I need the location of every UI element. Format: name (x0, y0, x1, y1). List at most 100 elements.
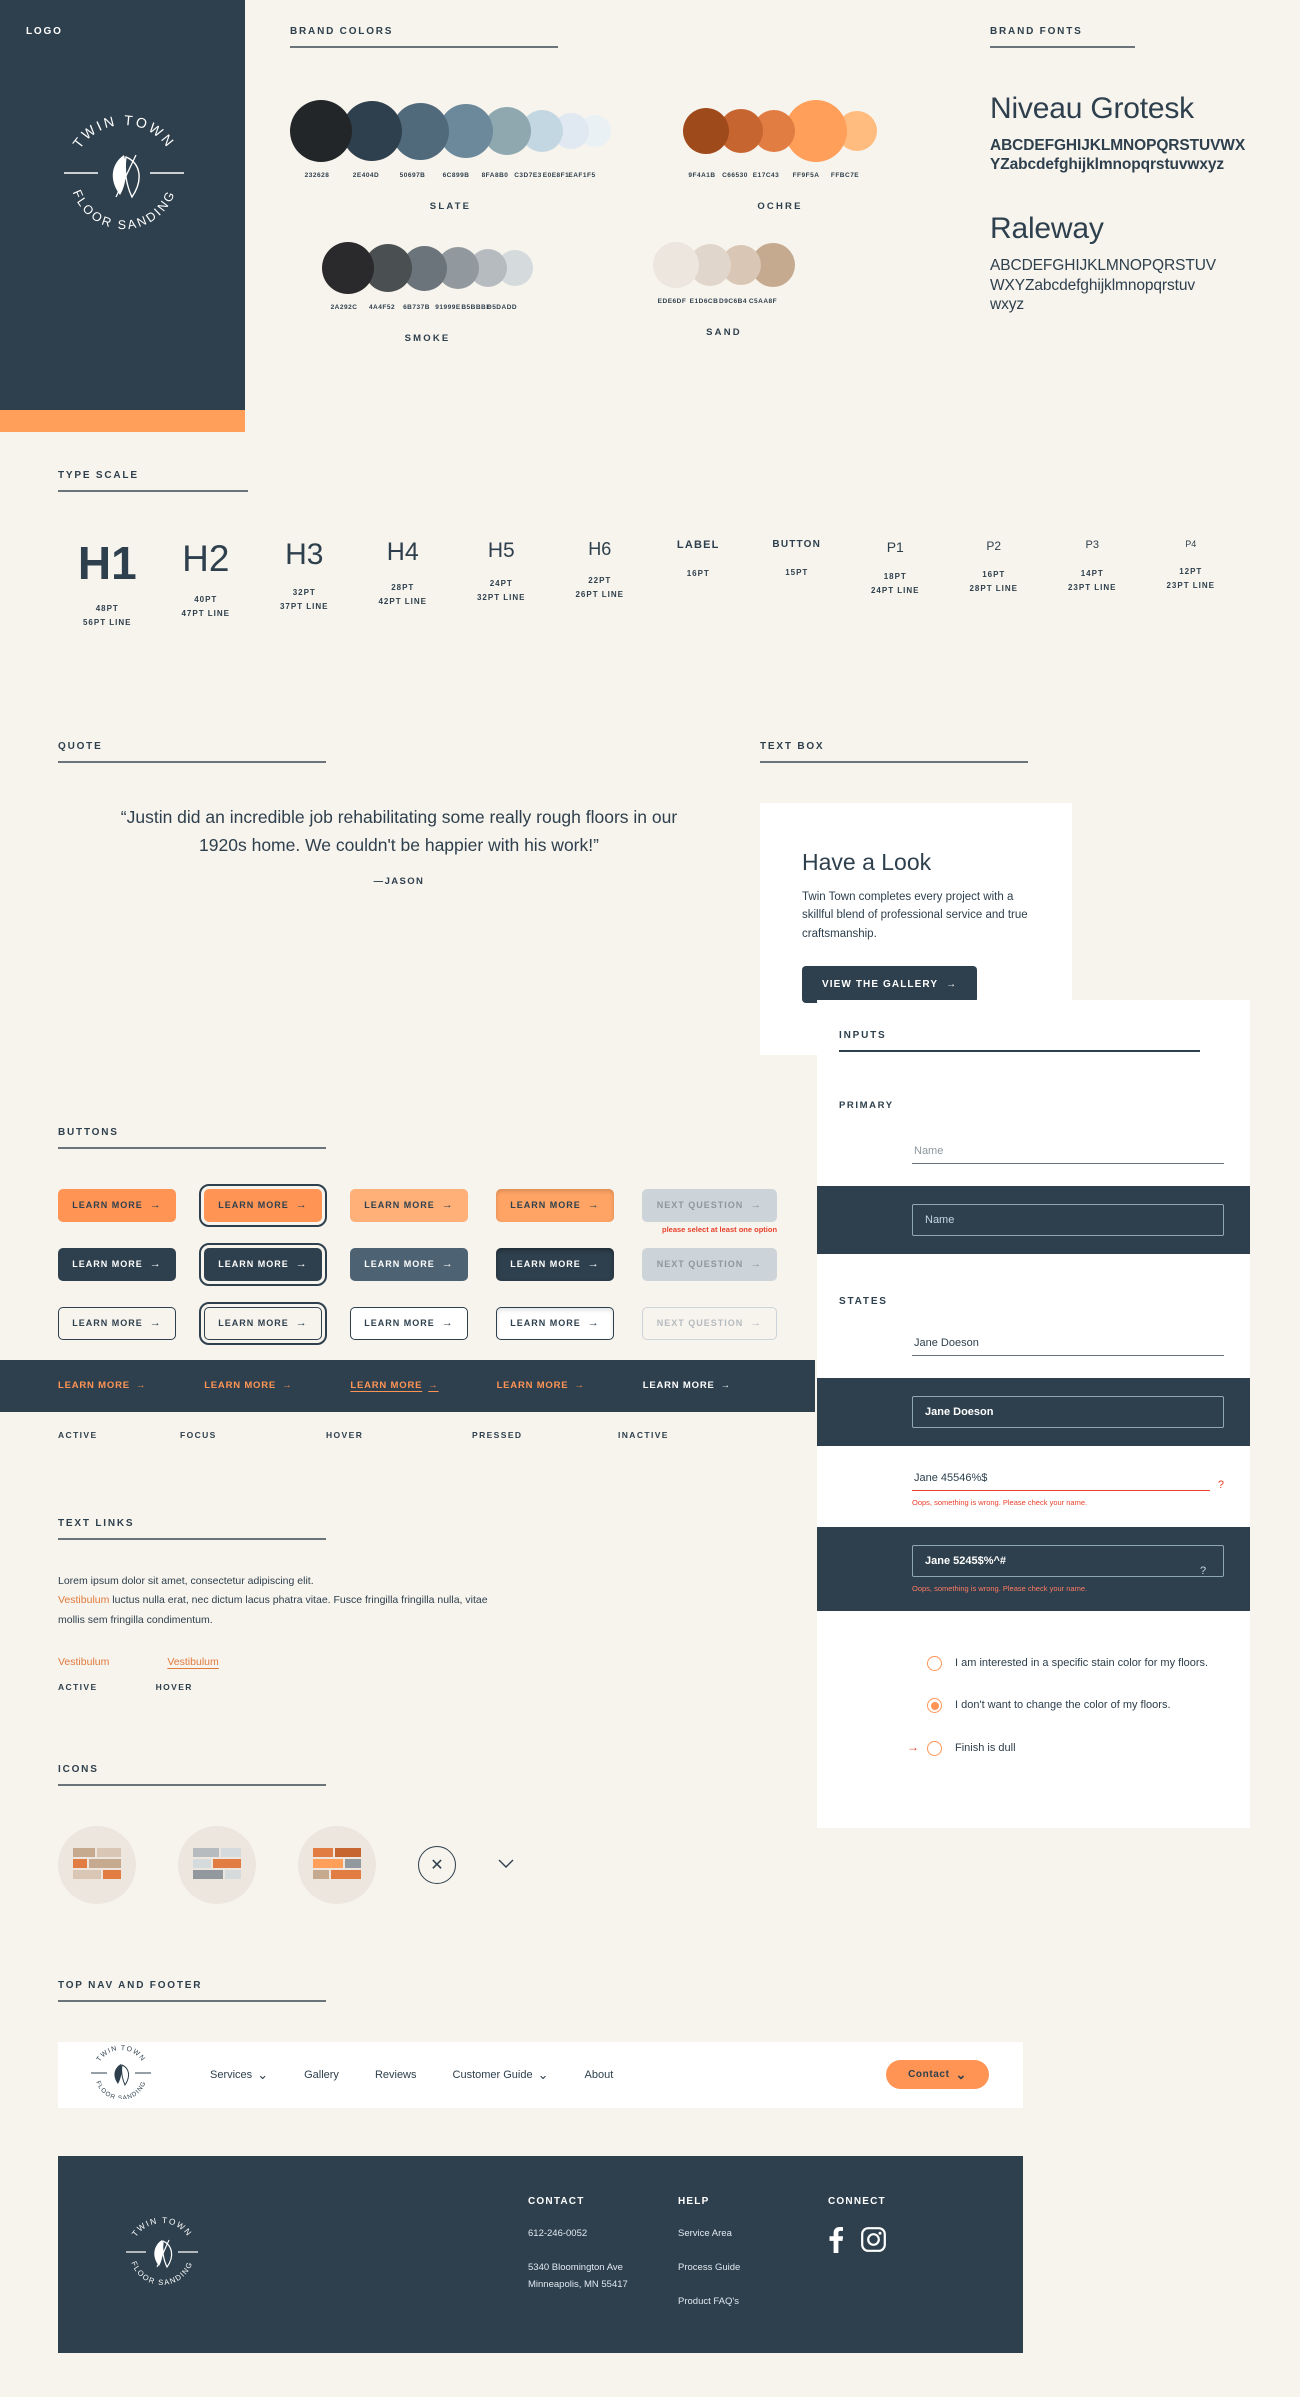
arrow-right-icon: → (149, 1258, 162, 1271)
states-label: STATES (839, 1295, 888, 1307)
learn-more-secondary-hover[interactable]: LEARN MORE → (350, 1247, 468, 1281)
type-scale-glyph: H4 (386, 538, 419, 566)
facebook-icon[interactable] (828, 2226, 844, 2258)
type-scale-section: TYPE SCALE H1 48PT 56PT LINE H2 40PT 47PT LIN… (0, 410, 1300, 631)
learn-more-primary-pressed[interactable]: LEARN MORE → (496, 1188, 614, 1222)
name-input-error-dark[interactable] (912, 1544, 1224, 1577)
quote-text: “Justin did an incredible job rehabilita… (120, 806, 678, 856)
navbar-logo[interactable]: TWIN TOWN FLOOR SANDING (84, 2045, 158, 2104)
radio-option[interactable]: I don't want to change the color of my f… (927, 1697, 1250, 1714)
learn-more-secondary-pressed[interactable]: LEARN MORE → (496, 1247, 614, 1281)
font-name-secondary: Raleway (990, 212, 1104, 246)
floor-planks-icon[interactable] (178, 1825, 256, 1904)
font-name-primary: Niveau Grotesk (990, 91, 1194, 125)
inputs-primary-label: PRIMARY (839, 1099, 894, 1111)
type-scale-item: BUTTON 15PT (748, 540, 847, 631)
contact-button[interactable]: Contact ⌄ (886, 2060, 989, 2090)
text-buttons-dark-strip: LEARN MORE → LEARN MORE → LEARN MORE → LEAR… (0, 1359, 815, 1412)
text-button-hover[interactable]: LEARN MORE → (350, 1380, 438, 1391)
learn-more-secondary-focus[interactable]: LEARN MORE → (199, 1242, 327, 1286)
footer-phone[interactable]: 612-246-0052 (528, 2226, 678, 2241)
nav-item-services[interactable]: Services ⌄ (210, 2068, 268, 2081)
floor-boards-icon[interactable] (58, 1825, 136, 1904)
radio-option[interactable]: I am interested in a specific stain colo… (927, 1655, 1250, 1672)
link-active[interactable]: Vestibulum (58, 1656, 109, 1668)
btn-label: LEARN MORE (510, 1318, 581, 1329)
color-hex-label: C3D7E3 (514, 172, 542, 179)
radio-option[interactable]: → Finish is dull (907, 1740, 1250, 1757)
link-state-labels: ACTIVE HOVER (58, 1682, 760, 1692)
radio-circle-icon[interactable] (927, 1698, 942, 1714)
footer-connect-column: CONNECT (828, 2196, 968, 2310)
text-links-section: TEXT LINKS Lorem ipsum dolor sit amet, c… (0, 1440, 760, 1692)
color-hex-label: C66530 (722, 172, 748, 179)
btn-label: LEARN MORE (364, 1200, 435, 1211)
close-icon[interactable]: ✕ (418, 1845, 456, 1884)
radio-circle-icon[interactable] (927, 1655, 942, 1671)
name-input-filled-light[interactable] (912, 1336, 1224, 1356)
name-input-filled-dark[interactable] (912, 1395, 1224, 1428)
name-input-dark[interactable] (912, 1203, 1224, 1236)
next-question-primary-inactive: NEXT QUESTION → (642, 1188, 777, 1222)
logo-panel: LOGO TWIN TOWN FLOOR SANDING (0, 0, 245, 432)
color-hex-label: 50697B (399, 172, 426, 179)
learn-more-secondary-active[interactable]: LEARN MORE → (58, 1247, 176, 1281)
nav-item-gallery[interactable]: Gallery (304, 2069, 339, 2081)
view-the-gallery-button[interactable]: VIEW THE GALLERY → (802, 965, 978, 1003)
radio-circle-icon[interactable] (927, 1740, 942, 1756)
type-scale-meta: 48PT 56PT LINE (82, 604, 132, 628)
type-scale-item: H6 22PT 26PT LINE (551, 540, 650, 631)
text-button-inactive: LEARN MORE → (643, 1380, 731, 1391)
learn-more-ghost-pressed[interactable]: LEARN MORE → (496, 1306, 614, 1340)
nav-item-reviews[interactable]: Reviews (375, 2069, 417, 2081)
link-hover[interactable]: Vestibulum (167, 1656, 218, 1668)
learn-more-primary-hover[interactable]: LEARN MORE → (350, 1188, 468, 1222)
learn-more-primary-active[interactable]: LEARN MORE → (58, 1188, 176, 1222)
color-hex-label: 91999E (435, 304, 461, 311)
color-hex-label: C5AA8F (748, 298, 778, 305)
arrow-right-icon: → (149, 1317, 162, 1330)
learn-more-ghost-active[interactable]: LEARN MORE → (58, 1306, 176, 1340)
button-state-label: PRESSED (472, 1429, 523, 1440)
btn-label: LEARN MORE (72, 1318, 143, 1329)
nav-item-label: Gallery (304, 2068, 339, 2081)
btn-label: LEARN MORE (510, 1259, 581, 1270)
learn-more-primary-focus[interactable]: LEARN MORE → (199, 1183, 327, 1227)
nav-item-customer-guide[interactable]: Customer Guide ⌄ (453, 2068, 549, 2081)
type-scale-meta: 22PT 26PT LINE (575, 576, 625, 600)
error-mark-icon-dark: ? (1200, 1564, 1207, 1577)
learn-more-ghost-hover[interactable]: LEARN MORE → (350, 1306, 468, 1340)
states-header-area: STATES (817, 1254, 1250, 1307)
palette-ochre: 9F4A1B C66530 E17C43 FF9F5A FFBC7E OCHRE (683, 100, 877, 212)
text-button-pressed[interactable]: LEARN MORE → (497, 1380, 585, 1391)
type-scale-item: P4 12PT 23PT LINE (1142, 540, 1241, 631)
text-box-rule (760, 760, 1028, 763)
instagram-icon[interactable] (861, 2227, 886, 2257)
text-button-active[interactable]: LEARN MORE → (58, 1380, 146, 1391)
text-box-body: Twin Town completes every project with a… (802, 890, 1028, 941)
input-error-light-message: Oops, something is wrong. Please check y… (912, 1497, 1088, 1507)
arrow-right-icon: → (587, 1317, 600, 1330)
nav-item-about[interactable]: About (585, 2069, 614, 2081)
footer-help-item[interactable]: Process Guide (678, 2260, 828, 2275)
name-input-error-light[interactable] (912, 1471, 1210, 1491)
top-band: LOGO TWIN TOWN FLOOR SANDING BRAND COLOR… (0, 0, 1300, 432)
color-hex-label: 6B737B (403, 304, 430, 311)
learn-more-ghost-focus[interactable]: LEARN MORE → (199, 1301, 327, 1345)
radio-label: Finish is dull (955, 1741, 1016, 1754)
view-the-gallery-label: VIEW THE GALLERY (822, 978, 939, 990)
button-state-label: HOVER (326, 1429, 364, 1440)
footer-help-item[interactable]: Product FAQ's (678, 2294, 828, 2309)
text-button-focus[interactable]: LEARN MORE → (204, 1380, 292, 1391)
name-input-light[interactable] (912, 1144, 1224, 1164)
palette-slate-swatches (290, 100, 611, 162)
type-scale-item: P2 16PT 28PT LINE (945, 540, 1044, 631)
footer-help-items: Service Area Process Guide Product FAQ's (678, 2226, 828, 2310)
arrow-right-icon: → (750, 1199, 763, 1212)
palette-smoke: 2A292C 4A4F52 6B737B 91999E B5BBBF D5DADD SMO… (322, 242, 533, 344)
footer-help-item[interactable]: Service Area (678, 2226, 828, 2241)
nav-footer-label: TOP NAV AND FOOTER (58, 1979, 203, 1991)
chevron-down-icon[interactable] (498, 1856, 514, 1873)
floor-pattern-icon[interactable] (298, 1825, 376, 1904)
inline-link[interactable]: Vestibulum (58, 1594, 109, 1606)
